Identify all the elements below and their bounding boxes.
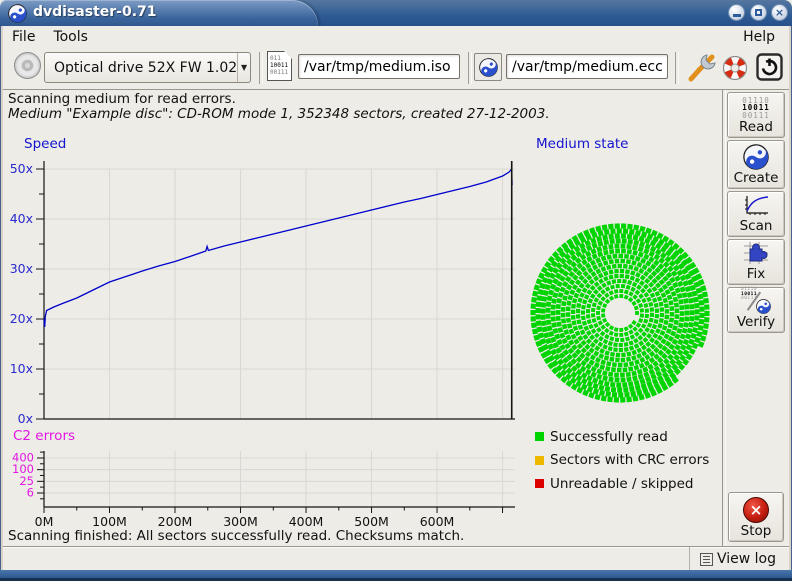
legend-item-crc: Sectors with CRC errors (535, 449, 709, 473)
close-button[interactable]: × (771, 4, 788, 21)
medium-state-disc (527, 220, 713, 406)
power-quit-icon[interactable] (756, 53, 783, 81)
binary-rows-icon: 01110 10011 00111 (742, 97, 770, 120)
stop-button[interactable]: × Stop (728, 492, 784, 542)
svg-text:10x: 10x (10, 361, 33, 376)
svg-text:40x: 40x (10, 211, 33, 226)
toolbar-separator (259, 52, 263, 84)
drive-selector-value: Optical drive 52X FW 1.02 (45, 60, 237, 76)
menu-file[interactable]: File (3, 28, 44, 46)
svg-text:200M: 200M (158, 514, 193, 529)
yinyang-icon (743, 144, 769, 170)
read-button[interactable]: 01110 10011 00111 Read (727, 92, 785, 138)
chevron-down-icon[interactable]: ▼ (237, 53, 250, 82)
bad-swatch-icon (535, 479, 544, 488)
sidebar-separator (722, 90, 726, 546)
fix-button[interactable]: Fix (727, 239, 785, 285)
status-line-1: Scanning medium for read errors. (8, 91, 236, 107)
good-swatch-icon (535, 432, 544, 441)
toolbar-separator (468, 52, 472, 84)
c2-errors-title: C2 errors (13, 428, 75, 444)
svg-text:500M: 500M (354, 514, 389, 529)
iso-path-input[interactable] (298, 54, 460, 79)
svg-text:100M: 100M (92, 514, 127, 529)
dvdisaster-window: dvdisaster-0.71 × File Tools Help Optica… (0, 0, 792, 581)
svg-text:600M: 600M (420, 514, 455, 529)
legend-item-bad: Unreadable / skipped (535, 472, 709, 496)
drive-selector[interactable]: Optical drive 52X FW 1.02 ▼ (44, 52, 251, 83)
wrench-preferences-icon[interactable] (687, 52, 717, 84)
stop-x-icon: × (743, 497, 769, 523)
crc-swatch-icon (535, 456, 544, 465)
ecc-file-yinyang-icon (474, 53, 502, 81)
statusbar: View log (3, 546, 789, 571)
svg-text:50x: 50x (10, 161, 33, 176)
svg-text:300M: 300M (223, 514, 258, 529)
menu-help[interactable]: Help (729, 28, 789, 46)
scan-button[interactable]: Scan (727, 191, 785, 237)
speed-chart: 0x 10x 20x 30x 40x 50x (8, 133, 524, 425)
window-border-bottom (0, 570, 792, 578)
verify-button[interactable]: 01110 10011 00111 Verify (727, 287, 785, 333)
menu-tools[interactable]: Tools (44, 28, 97, 46)
view-log-button[interactable]: View log (689, 547, 785, 571)
maximize-button[interactable] (750, 4, 767, 21)
menubar: File Tools Help (3, 26, 789, 47)
medium-state-legend: Successfully read Sectors with CRC error… (535, 425, 709, 496)
legend-item-good: Successfully read (535, 425, 709, 449)
window-title: dvdisaster-0.71 (33, 4, 157, 20)
scan-result-text: Scanning finished: All sectors successfu… (8, 528, 464, 544)
medium-state-title: Medium state (536, 136, 628, 152)
svg-text:20x: 20x (10, 311, 33, 326)
ecc-path-input[interactable] (506, 54, 668, 79)
toolbar-separator (675, 52, 679, 84)
create-button[interactable]: Create (727, 140, 785, 189)
svg-text:30x: 30x (10, 261, 33, 276)
window-border-left (0, 26, 3, 570)
binary-check-icon: 01110 10011 00111 (741, 288, 771, 314)
lifesaver-help-icon[interactable] (720, 53, 750, 83)
status-line-2: Medium "Example disc": CD-ROM mode 1, 35… (8, 106, 550, 122)
image-file-icon: 011 10011 00111 (267, 51, 292, 81)
titlebar[interactable]: dvdisaster-0.71 × (0, 0, 792, 27)
toolbar: Optical drive 52X FW 1.02 ▼ 011 10011 00… (3, 47, 789, 90)
minimize-button[interactable] (728, 4, 745, 21)
puzzle-piece-icon (742, 240, 770, 266)
svg-text:400: 400 (12, 450, 34, 464)
svg-text:0M: 0M (35, 514, 54, 529)
log-list-icon (700, 553, 713, 566)
chart-curve-icon (742, 194, 770, 218)
svg-text:400M: 400M (289, 514, 324, 529)
c2-errors-chart: 6251004000M100M200M300M400M500M600M (8, 443, 524, 535)
svg-text:0x: 0x (18, 411, 33, 425)
app-logo-yinyang-icon (8, 4, 27, 23)
cd-drive-icon (14, 52, 41, 79)
